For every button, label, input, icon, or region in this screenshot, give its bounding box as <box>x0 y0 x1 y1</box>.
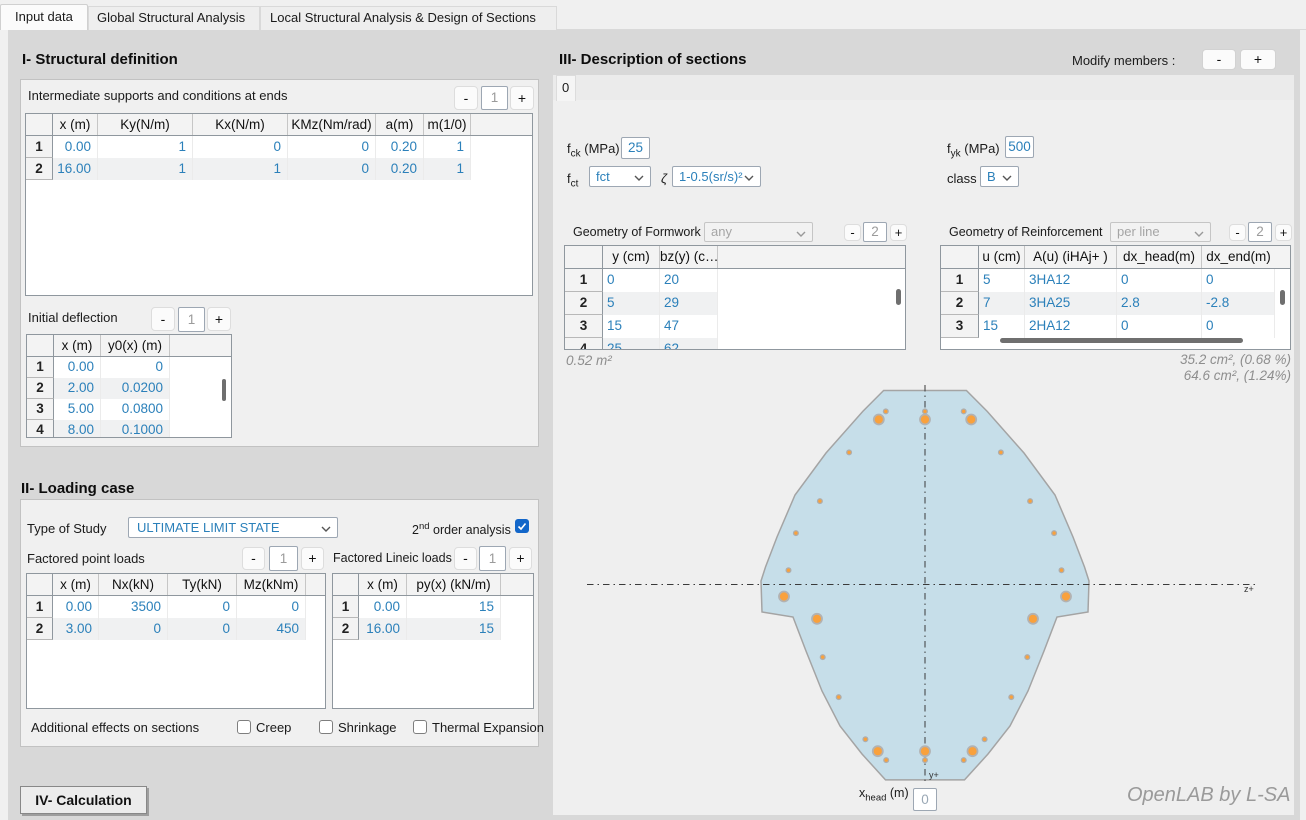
svg-text:y+: y+ <box>929 770 939 780</box>
svg-text:z+: z+ <box>1244 584 1254 594</box>
